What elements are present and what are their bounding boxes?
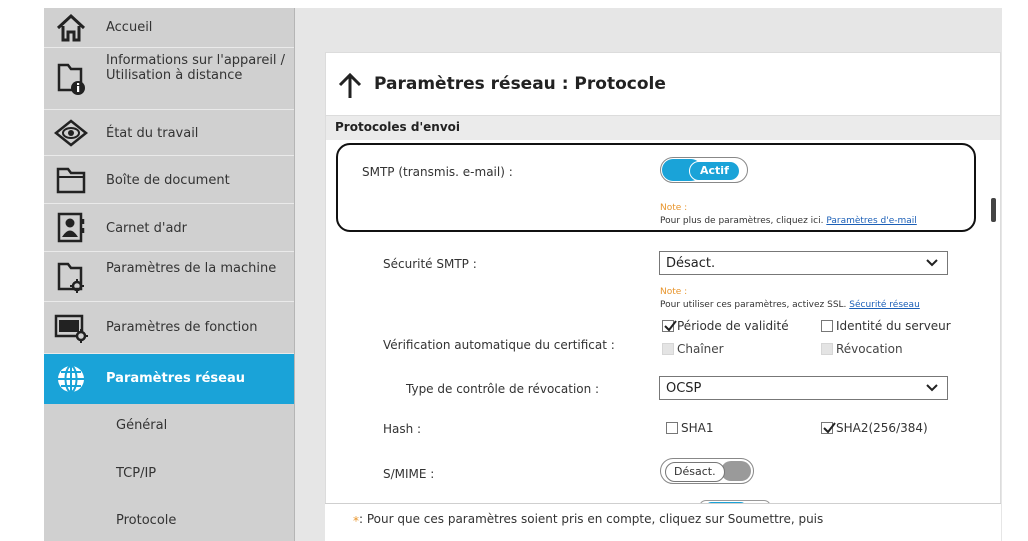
select-value: Désact. [666, 256, 716, 271]
checkbox-label: SHA2(256/384) [836, 421, 928, 435]
note-text: Pour utiliser ces paramètres, activez SS… [660, 300, 920, 310]
browser-viewport: Accueil Informations sur l'appareil / Ut… [44, 8, 1002, 541]
checkbox-sha1[interactable]: SHA1 [666, 421, 713, 435]
document-box-icon [54, 163, 88, 197]
home-icon [54, 11, 88, 45]
checkbox-label: Chaîner [677, 342, 724, 356]
select-value: OCSP [666, 381, 702, 396]
toggle-state: Désact. [665, 462, 725, 482]
address-book-icon [54, 211, 88, 245]
sidebar-subitem-protocol[interactable]: Protocole [116, 513, 176, 528]
checkbox-sha2[interactable]: SHA2(256/384) [821, 421, 928, 435]
page-title: Paramètres réseau : Protocole [374, 74, 666, 94]
function-settings-icon [54, 311, 88, 345]
checkbox-label: Révocation [836, 342, 903, 356]
footer-text: : Pour que ces paramètres soient pris en… [359, 512, 824, 526]
checkbox-server-identity[interactable]: Identité du serveur [821, 319, 951, 333]
revocation-type-label: Type de contrôle de révocation : [406, 382, 600, 396]
smime-label: S/MIME : [383, 467, 435, 481]
settings-panel: Paramètres réseau : Protocole Protocoles… [325, 52, 1001, 507]
back-arrow-icon[interactable] [338, 72, 362, 103]
smtp-security-select[interactable]: Désact. [659, 251, 948, 275]
sidebar: Accueil Informations sur l'appareil / Ut… [44, 8, 295, 541]
sidebar-item-accueil[interactable]: Accueil [44, 8, 294, 48]
sidebar-item-label: Paramètres de la machine [106, 261, 277, 276]
scrollbar-thumb[interactable] [991, 198, 996, 222]
eye-icon [54, 116, 88, 150]
globe-icon [54, 362, 88, 396]
checkbox-revocation[interactable]: Révocation [821, 342, 903, 356]
sidebar-item-label: Paramètres réseau [106, 371, 246, 386]
checkbox[interactable] [821, 422, 836, 434]
sidebar-item-function-settings[interactable]: Paramètres de fonction [44, 302, 294, 354]
checkbox-label: Identité du serveur [836, 319, 951, 333]
sidebar-item-label: Informations sur l'appareil / Utilisatio… [106, 53, 286, 83]
network-security-link[interactable]: Sécurité réseau [849, 300, 920, 310]
device-info-icon [54, 62, 88, 96]
chevron-down-icon [925, 380, 939, 399]
checkbox[interactable] [821, 343, 833, 355]
cert-check-label: Vérification automatique du certificat : [383, 338, 615, 352]
hash-label: Hash : [383, 422, 422, 436]
sidebar-item-label: Paramètres de fonction [106, 320, 258, 335]
checkbox[interactable] [662, 320, 677, 332]
chevron-down-icon [925, 255, 939, 274]
sidebar-item-label: Accueil [106, 20, 153, 35]
sidebar-item-machine-settings[interactable]: Paramètres de la machine [44, 252, 294, 302]
sidebar-item-label: État du travail [106, 126, 199, 141]
machine-settings-icon [54, 260, 88, 294]
sidebar-subitem-tcpip[interactable]: TCP/IP [116, 466, 156, 481]
checkbox-label: Période de validité [677, 319, 789, 333]
toggle-knob [721, 461, 751, 481]
callout-highlight [336, 143, 976, 232]
revocation-type-select[interactable]: OCSP [659, 376, 948, 400]
section-header: Protocoles d'envoi [326, 116, 1000, 140]
section-title: Protocoles d'envoi [335, 120, 460, 134]
sidebar-item-document-box[interactable]: Boîte de document [44, 156, 294, 204]
sidebar-item-label: Boîte de document [106, 173, 230, 188]
sidebar-item-address-book[interactable]: Carnet d'adr [44, 204, 294, 252]
smime-toggle[interactable]: Désact. [660, 458, 754, 484]
note-text-body: Pour utiliser ces paramètres, activez SS… [660, 300, 850, 310]
sidebar-item-network-settings[interactable]: Paramètres réseau [44, 354, 294, 404]
sidebar-item-label: Carnet d'adr [106, 221, 188, 236]
checkbox-label: SHA1 [681, 421, 714, 435]
checkbox[interactable] [821, 320, 833, 332]
smtp-security-label: Sécurité SMTP : [383, 257, 477, 271]
footer-note: * : Pour que ces paramètres soient pris … [325, 503, 1001, 541]
checkbox-chain[interactable]: Chaîner [662, 342, 724, 356]
checkbox[interactable] [662, 343, 674, 355]
title-bar: Paramètres réseau : Protocole [326, 53, 1000, 116]
sidebar-item-device-info[interactable]: Informations sur l'appareil / Utilisatio… [44, 48, 294, 110]
checkbox-validity-period[interactable]: Période de validité [662, 319, 789, 333]
sidebar-subitem-general[interactable]: Général [116, 418, 167, 433]
checkbox[interactable] [666, 422, 678, 434]
sidebar-item-job-status[interactable]: État du travail [44, 110, 294, 156]
note-title: Note : [660, 287, 688, 297]
